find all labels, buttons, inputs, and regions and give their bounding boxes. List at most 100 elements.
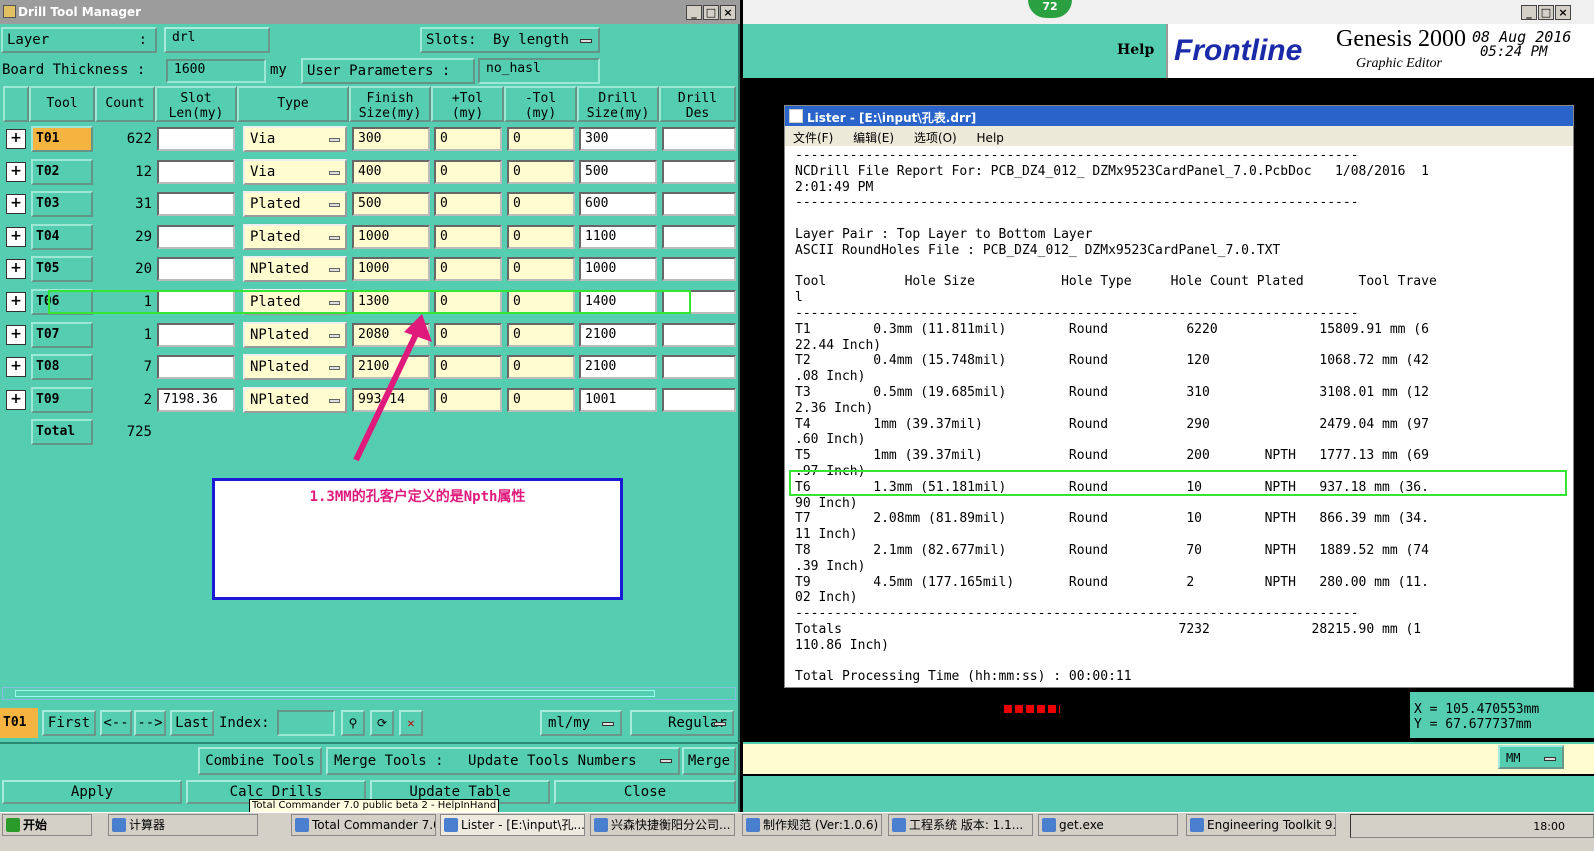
units-select[interactable]: ml/my <box>540 710 622 736</box>
plus-tol-input[interactable]: 0 <box>434 257 502 282</box>
minus-tol-input[interactable]: 0 <box>507 224 575 249</box>
minus-tol-input[interactable]: 0 <box>507 127 575 151</box>
user-parameters-input[interactable]: no_hasl <box>478 58 600 84</box>
type-select[interactable]: NPlated <box>243 256 347 283</box>
expand-icon[interactable]: + <box>6 357 26 378</box>
expand-icon[interactable]: + <box>6 194 26 215</box>
taskbar-item[interactable]: Total Commander 7.0 ... <box>291 814 436 836</box>
layer-field[interactable]: drl <box>164 27 270 53</box>
type-select[interactable]: Plated <box>243 223 347 250</box>
plus-tol-input[interactable]: 0 <box>434 224 502 249</box>
drill-des-input[interactable] <box>662 355 736 380</box>
horizontal-scrollbar[interactable] <box>2 687 736 700</box>
close-window-button[interactable]: × <box>1555 5 1571 20</box>
tool-button[interactable]: T01 <box>31 126 93 152</box>
drill-des-input[interactable] <box>662 257 736 282</box>
finish-size-input[interactable]: 400 <box>352 159 430 184</box>
taskbar-item[interactable]: 计算器 <box>108 814 258 836</box>
menu-file[interactable]: 文件(F) <box>793 131 833 145</box>
taskbar-item[interactable]: 制作规范 (Ver:1.0.6) <box>742 814 882 836</box>
merge-button[interactable]: Merge <box>682 747 736 775</box>
slot-len-input[interactable] <box>157 322 235 347</box>
drill-des-input[interactable] <box>662 224 736 249</box>
finish-size-input[interactable]: 1000 <box>352 257 430 282</box>
menu-edit[interactable]: 编辑(E) <box>853 131 894 145</box>
maximize-button[interactable]: □ <box>703 5 719 20</box>
finish-size-input[interactable]: 500 <box>352 192 430 217</box>
drill-size-input[interactable]: 1000 <box>579 257 657 282</box>
last-button[interactable]: Last <box>170 710 214 736</box>
slot-len-input[interactable] <box>157 159 235 184</box>
menu-options[interactable]: 选项(O) <box>914 131 957 145</box>
close-window-button[interactable]: × <box>720 5 736 20</box>
command-line[interactable] <box>743 742 1594 774</box>
expand-icon[interactable]: + <box>6 259 26 280</box>
tool-button[interactable]: T09 <box>31 386 93 413</box>
index-input[interactable] <box>277 710 335 736</box>
drill-size-input[interactable]: 1100 <box>579 224 657 249</box>
taskbar-item[interactable]: 兴森快捷衡阳分公司... <box>590 814 735 836</box>
type-select[interactable]: Via <box>243 126 347 152</box>
minus-tol-input[interactable]: 0 <box>507 355 575 380</box>
type-select[interactable]: Plated <box>243 191 347 218</box>
drill-size-input[interactable]: 1001 <box>579 387 657 412</box>
drill-des-input[interactable] <box>662 159 736 184</box>
taskbar-item[interactable]: Engineering Toolkit 9.0... <box>1186 814 1336 836</box>
tool-button[interactable]: T07 <box>31 321 93 348</box>
clear-icon[interactable]: ✕ <box>399 710 423 736</box>
drill-des-input[interactable] <box>662 192 736 217</box>
drill-des-input[interactable] <box>662 127 736 151</box>
finish-size-input[interactable]: 1000 <box>352 224 430 249</box>
expand-icon[interactable]: + <box>6 226 26 247</box>
scrollbar-thumb[interactable] <box>15 690 655 697</box>
find-icon[interactable]: ⚲ <box>341 710 365 736</box>
minus-tol-input[interactable]: 0 <box>507 159 575 184</box>
slot-len-input[interactable] <box>157 355 235 380</box>
slot-len-input[interactable] <box>157 192 235 217</box>
drill-size-input[interactable]: 500 <box>579 159 657 184</box>
refresh-icon[interactable]: ⟳ <box>370 710 394 736</box>
drill-size-input[interactable]: 2100 <box>579 322 657 347</box>
tool-button[interactable]: T03 <box>31 191 93 218</box>
start-button[interactable]: 开始 <box>2 814 92 836</box>
taskbar-item[interactable]: get.exe <box>1038 814 1178 836</box>
slots-control[interactable]: Slots: By length <box>420 27 600 53</box>
plus-tol-input[interactable]: 0 <box>434 127 502 151</box>
type-select[interactable]: NPlated <box>243 386 347 413</box>
close-button[interactable]: Close <box>554 780 736 804</box>
help-button[interactable]: Help <box>1117 42 1154 58</box>
finish-size-input[interactable]: 300 <box>352 127 430 151</box>
type-select[interactable]: Via <box>243 158 347 185</box>
type-select[interactable]: NPlated <box>243 354 347 381</box>
expand-icon[interactable]: + <box>6 161 26 182</box>
tool-button[interactable]: T04 <box>31 223 93 250</box>
slot-len-input[interactable] <box>157 257 235 282</box>
minus-tol-input[interactable]: 0 <box>507 387 575 412</box>
prev-button[interactable]: <-- <box>100 710 132 736</box>
mode-select[interactable]: Regular <box>630 710 734 736</box>
minimize-button[interactable]: _ <box>1521 5 1537 20</box>
tool-button[interactable]: T02 <box>31 158 93 185</box>
slot-len-input[interactable] <box>157 127 235 151</box>
slot-len-input[interactable] <box>157 224 235 249</box>
tool-button[interactable]: T05 <box>31 256 93 283</box>
slot-len-input[interactable]: 7198.36 <box>157 387 235 412</box>
tool-button[interactable]: T08 <box>31 354 93 381</box>
drill-des-input[interactable] <box>662 322 736 347</box>
apply-button[interactable]: Apply <box>2 780 182 804</box>
minimize-button[interactable]: _ <box>686 5 702 20</box>
menu-help[interactable]: Help <box>977 131 1004 145</box>
combine-tools-button[interactable]: Combine Tools <box>198 747 322 775</box>
minus-tol-input[interactable]: 0 <box>507 257 575 282</box>
first-button[interactable]: First <box>42 710 96 736</box>
units-select-genesis[interactable]: MM <box>1498 745 1564 769</box>
drill-size-input[interactable]: 600 <box>579 192 657 217</box>
minus-tol-input[interactable]: 0 <box>507 192 575 217</box>
taskbar-item[interactable]: 工程系统 版本: 1.1... <box>888 814 1033 836</box>
maximize-button[interactable]: □ <box>1538 5 1554 20</box>
drill-size-input[interactable]: 300 <box>579 127 657 151</box>
plus-tol-input[interactable]: 0 <box>434 159 502 184</box>
expand-icon[interactable]: + <box>6 292 26 312</box>
next-button[interactable]: --> <box>134 710 166 736</box>
minus-tol-input[interactable]: 0 <box>507 322 575 347</box>
